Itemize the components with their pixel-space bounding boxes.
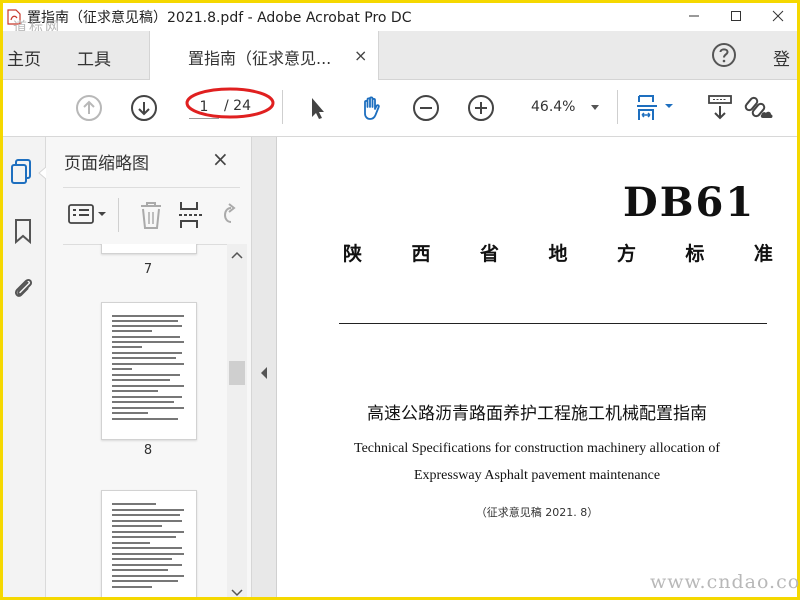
menu-home[interactable]: 主页	[7, 45, 41, 70]
maximize-button[interactable]	[721, 5, 751, 27]
tab-close-button[interactable]: ×	[354, 46, 367, 65]
insert-page-icon[interactable]	[177, 200, 207, 230]
standard-char: 陕	[343, 243, 363, 265]
panel-tool-separator	[118, 198, 119, 232]
minimize-button[interactable]	[679, 5, 709, 27]
select-cursor-icon[interactable]	[303, 94, 331, 122]
document-title-cn: 高速公路沥青路面养护工程施工机械配置指南	[367, 404, 707, 424]
standard-char: 省	[479, 243, 499, 265]
scroll-up-icon[interactable]	[231, 251, 243, 259]
minimize-icon	[689, 15, 699, 17]
thumbnail-page-7[interactable]	[101, 244, 197, 254]
panel-collapse-strip[interactable]	[252, 137, 277, 597]
delete-page-icon[interactable]	[137, 200, 165, 230]
thumbnail-label: 7	[143, 262, 153, 277]
zoom-in-icon[interactable]	[467, 94, 495, 122]
close-window-button[interactable]	[763, 5, 793, 27]
thumbnail-page-8[interactable]	[101, 302, 197, 440]
close-icon	[772, 10, 784, 22]
document-tab-label: 置指南（征求意见...	[188, 49, 332, 68]
thumbnail-scrollbar[interactable]	[227, 244, 247, 597]
thumbnail-options-icon[interactable]	[67, 200, 111, 230]
chevron-down-icon	[591, 105, 599, 110]
maximize-icon	[731, 11, 741, 21]
scroll-mode-icon[interactable]	[706, 94, 734, 122]
thumbnail-label: 8	[143, 443, 153, 458]
standard-char: 标	[685, 243, 705, 265]
document-page: DB61 陕 西 省 地 方 标 准 高速公路沥青路面养护工程施工机械配置指南 …	[277, 137, 797, 597]
scrollbar-thumb[interactable]	[229, 361, 245, 385]
thumbnails-panel: 页面缩略图 × 7 8	[46, 137, 252, 597]
panel-title: 页面缩略图	[64, 154, 149, 174]
title-bar: 置指南（征求意见稿）2021.8.pdf - Adobe Acrobat Pro…	[3, 3, 797, 36]
draft-note: （征求意见稿 2021. 8）	[475, 506, 599, 519]
red-annotation-ellipse	[185, 87, 275, 119]
page-fit-icon[interactable]	[635, 94, 681, 122]
standard-char: 方	[616, 243, 636, 265]
next-page-icon[interactable]	[130, 94, 158, 122]
share-link-icon[interactable]	[743, 94, 777, 122]
thumbnail-page-9[interactable]	[101, 490, 197, 597]
collapse-left-icon[interactable]	[260, 367, 268, 379]
window-title: 置指南（征求意见稿）2021.8.pdf - Adobe Acrobat Pro…	[27, 10, 412, 26]
toolbar-separator	[282, 90, 283, 124]
help-icon[interactable]	[711, 42, 737, 68]
login-button[interactable]: 登	[773, 45, 790, 70]
scroll-down-icon[interactable]	[231, 589, 243, 597]
rotate-page-icon[interactable]	[217, 200, 241, 230]
bookmarks-icon[interactable]	[9, 217, 37, 245]
toolbar: 1 / 24 46.4%	[3, 80, 797, 137]
toolbar-separator	[617, 90, 618, 124]
left-nav-strip	[3, 137, 46, 597]
menu-tools[interactable]: 工具	[77, 45, 111, 70]
menu-tab-bar: 主页 工具 置指南（征求意见... × 登	[3, 31, 797, 80]
document-title-en-line2: Expressway Asphalt pavement maintenance	[413, 468, 661, 483]
header-rule	[339, 323, 767, 324]
previous-page-icon[interactable]	[75, 94, 103, 122]
standard-char: 西	[411, 243, 431, 265]
standard-code: DB61	[623, 179, 756, 226]
page-thumbnails-icon[interactable]	[9, 157, 37, 185]
attachments-icon[interactable]	[9, 273, 37, 301]
zoom-value: 46.4%	[531, 99, 576, 115]
document-tab[interactable]: 置指南（征求意见... ×	[149, 31, 379, 80]
zoom-select[interactable]: 46.4%	[521, 96, 603, 118]
document-title-en-line1: Technical Specifications for constructio…	[354, 441, 720, 456]
active-indicator-icon	[38, 167, 46, 179]
standard-char: 地	[548, 243, 568, 265]
watermark-bottom-right: www.cndao.com	[650, 571, 800, 593]
hand-tool-icon[interactable]	[357, 94, 385, 122]
app-window: 置指南（征求意见稿）2021.8.pdf - Adobe Acrobat Pro…	[3, 3, 797, 597]
panel-toolbar	[63, 187, 240, 245]
panel-close-button[interactable]: ×	[212, 147, 229, 171]
standard-char: 准	[753, 243, 773, 265]
zoom-out-icon[interactable]	[412, 94, 440, 122]
standard-type-row: 陕 西 省 地 方 标 准	[343, 239, 773, 266]
thumbnail-list: 7 8	[63, 244, 226, 597]
